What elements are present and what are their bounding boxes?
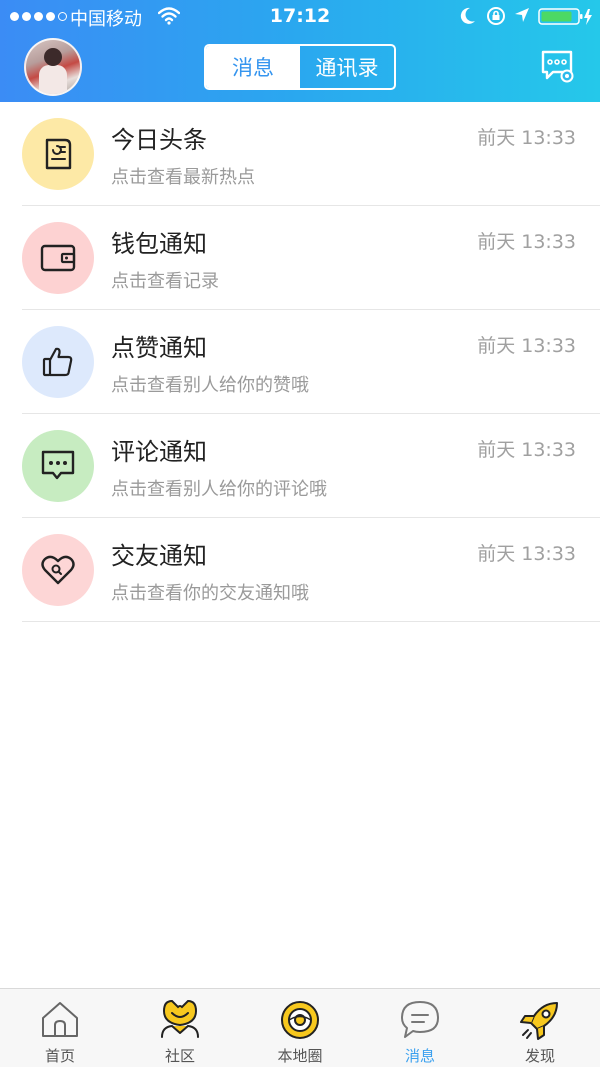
item-time: 前天 13:33 — [477, 231, 576, 253]
item-title: 今日头条 — [111, 126, 207, 154]
thumbs-up-icon — [22, 326, 94, 398]
list-item-wallet[interactable]: 钱包通知 点击查看记录 前天 13:33 — [0, 206, 600, 310]
status-time: 17:12 — [269, 5, 331, 27]
list-item-likes[interactable]: 点赞通知 点击查看别人给你的赞哦 前天 13:33 — [0, 310, 600, 414]
list-item-comments[interactable]: 评论通知 点击查看别人给你的评论哦 前天 13:33 — [0, 414, 600, 518]
header: 中国移动 17:12 消息 通讯录 — [0, 0, 600, 102]
item-subtitle: 点击查看你的交友通知哦 — [111, 583, 309, 604]
comment-icon — [22, 430, 94, 502]
avatar-image — [39, 65, 67, 94]
item-time: 前天 13:33 — [477, 335, 576, 357]
item-title: 评论通知 — [111, 438, 207, 466]
message-icon — [401, 1001, 439, 1038]
item-subtitle: 点击查看别人给你的赞哦 — [111, 375, 309, 396]
tab-messages[interactable]: 消息 — [206, 46, 300, 88]
tab-discover[interactable]: 发现 — [480, 989, 600, 1067]
battery-icon — [538, 8, 592, 25]
list-item-news[interactable]: 今日头条 点击查看最新热点 前天 13:33 — [0, 102, 600, 206]
news-icon — [22, 118, 94, 190]
tab-messages-bottom[interactable]: 消息 — [360, 989, 480, 1067]
heart-icon — [22, 534, 94, 606]
item-subtitle: 点击查看最新热点 — [111, 167, 255, 188]
tab-community[interactable]: 社区 — [120, 989, 240, 1067]
item-subtitle: 点击查看别人给你的评论哦 — [111, 479, 327, 500]
rocket-icon — [520, 1002, 558, 1040]
moon-icon — [460, 7, 475, 24]
location-arrow-icon — [515, 8, 529, 22]
tab-label: 消息 — [404, 1047, 435, 1065]
segmented-control: 消息 通讯录 — [204, 44, 396, 90]
message-list: 今日头条 点击查看最新热点 前天 13:33 钱包通知 点击查看记录 前天 13… — [0, 102, 600, 622]
tab-label: 社区 — [164, 1047, 195, 1065]
item-time: 前天 13:33 — [477, 439, 576, 461]
local-circle-icon — [281, 1001, 319, 1039]
community-icon — [161, 999, 199, 1038]
status-bar: 中国移动 17:12 — [0, 0, 600, 34]
home-icon — [42, 1002, 78, 1037]
item-title: 交友通知 — [111, 542, 207, 570]
item-time: 前天 13:33 — [477, 543, 576, 565]
item-title: 点赞通知 — [111, 334, 207, 362]
tab-label: 发现 — [524, 1047, 555, 1065]
item-time: 前天 13:33 — [477, 127, 576, 149]
tab-label: 本地圈 — [277, 1047, 323, 1065]
wallet-icon — [22, 222, 94, 294]
item-title: 钱包通知 — [111, 230, 207, 258]
tab-local-circle[interactable]: 本地圈 — [240, 989, 360, 1067]
bottom-tab-bar: 首页 社区 本地圈 消息 发现 — [0, 988, 600, 1067]
rotation-lock-icon — [487, 7, 505, 25]
avatar-head — [44, 48, 62, 66]
tab-label: 首页 — [44, 1047, 75, 1065]
avatar[interactable] — [24, 38, 82, 96]
divider — [22, 621, 600, 622]
item-subtitle: 点击查看记录 — [111, 271, 219, 292]
tab-contacts[interactable]: 通讯录 — [300, 46, 394, 88]
chat-settings-icon[interactable] — [539, 48, 575, 84]
tab-home[interactable]: 首页 — [0, 989, 120, 1067]
list-item-friends[interactable]: 交友通知 点击查看你的交友通知哦 前天 13:33 — [0, 518, 600, 622]
